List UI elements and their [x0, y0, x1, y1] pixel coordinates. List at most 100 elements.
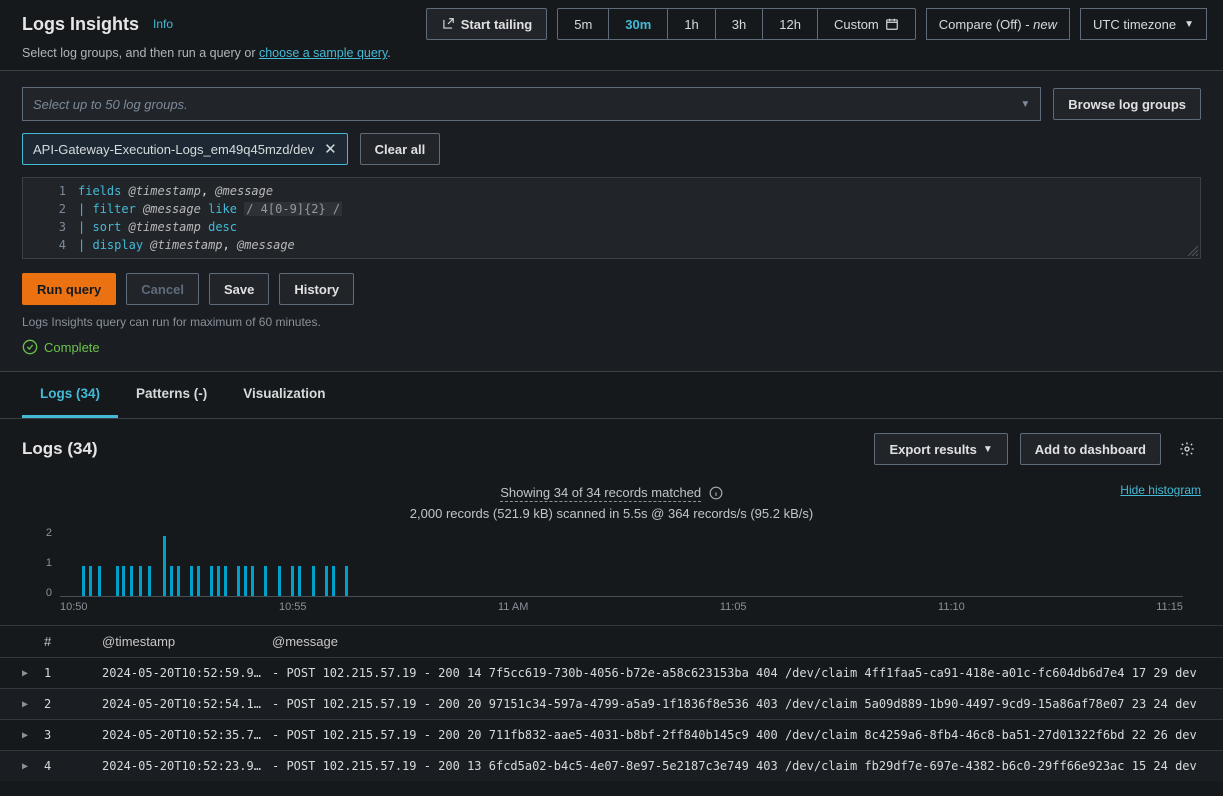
histogram-bar[interactable] — [312, 566, 315, 596]
chevron-down-icon: ▼ — [1020, 99, 1030, 110]
histogram-bar[interactable] — [332, 566, 335, 596]
histogram-bar[interactable] — [345, 566, 348, 596]
time-30m[interactable]: 30m — [609, 9, 668, 39]
time-range-segment: 5m 30m 1h 3h 12h Custom — [557, 8, 916, 40]
add-to-dashboard-button[interactable]: Add to dashboard — [1020, 433, 1161, 465]
histogram-bar[interactable] — [177, 566, 180, 596]
expand-caret-icon[interactable]: ▶ — [22, 761, 44, 772]
histogram-bar[interactable] — [116, 566, 119, 596]
hide-histogram-link[interactable]: Hide histogram — [1120, 483, 1201, 497]
expand-caret-icon[interactable]: ▶ — [22, 699, 44, 710]
info-link[interactable]: Info — [153, 17, 173, 31]
row-message: - POST 102.215.57.19 - 200 13 6fcd5a02-b… — [272, 759, 1201, 773]
gear-icon — [1179, 441, 1195, 457]
browse-label: Browse log groups — [1068, 97, 1186, 112]
records-matched: Showing 34 of 34 records matched — [500, 485, 701, 502]
chevron-down-icon: ▼ — [1184, 19, 1194, 30]
histogram-bar[interactable] — [148, 566, 151, 596]
histogram-bar[interactable] — [163, 536, 166, 596]
save-label: Save — [224, 282, 254, 297]
histogram-bar[interactable] — [98, 566, 101, 596]
histogram-bar[interactable] — [190, 566, 193, 596]
settings-button[interactable] — [1173, 435, 1201, 463]
tab-logs[interactable]: Logs (34) — [22, 372, 118, 418]
sample-query-link[interactable]: choose a sample query — [259, 46, 387, 60]
compare-new-label: new — [1033, 17, 1057, 32]
records-scanned: 2,000 records (521.9 kB) scanned in 5.5s… — [22, 506, 1201, 521]
start-tailing-button[interactable]: Start tailing — [426, 8, 548, 40]
histogram-bar[interactable] — [82, 566, 85, 596]
histogram-bar[interactable] — [170, 566, 173, 596]
histogram-bar[interactable] — [325, 566, 328, 596]
table-row[interactable]: ▶22024-05-20T10:52:54.1…- POST 102.215.5… — [0, 688, 1223, 719]
row-timestamp: 2024-05-20T10:52:54.1… — [102, 697, 272, 711]
histogram-bar[interactable] — [217, 566, 220, 596]
clear-all-label: Clear all — [375, 142, 426, 157]
cancel-button: Cancel — [126, 273, 199, 305]
code-line[interactable]: 2| filter @message like / 4[0-9]{2} / — [23, 200, 1200, 218]
timezone-label: UTC timezone — [1093, 17, 1176, 32]
histogram-chart: 210 10:5010:5511 AM11:0511:1011:15 — [0, 527, 1223, 615]
histogram-bar[interactable] — [210, 566, 213, 596]
expand-caret-icon[interactable]: ▶ — [22, 668, 44, 679]
time-3h[interactable]: 3h — [716, 9, 763, 39]
query-editor[interactable]: 1fields @timestamp, @message2| filter @m… — [22, 177, 1201, 259]
histogram-bar[interactable] — [237, 566, 240, 596]
histogram-bar[interactable] — [291, 566, 294, 596]
col-timestamp[interactable]: @timestamp — [102, 634, 272, 649]
time-12h[interactable]: 12h — [763, 9, 818, 39]
histogram-bar[interactable] — [130, 566, 133, 596]
info-icon[interactable] — [709, 486, 723, 500]
table-row[interactable]: ▶42024-05-20T10:52:23.9…- POST 102.215.5… — [0, 750, 1223, 781]
time-5m[interactable]: 5m — [558, 9, 609, 39]
run-query-button[interactable]: Run query — [22, 273, 116, 305]
table-row[interactable]: ▶12024-05-20T10:52:59.9…- POST 102.215.5… — [0, 657, 1223, 688]
export-results-button[interactable]: Export results ▼ — [874, 433, 1007, 465]
status-complete: Complete — [22, 339, 1201, 355]
compare-dropdown[interactable]: Compare (Off) - new — [926, 8, 1070, 40]
line-number: 1 — [23, 182, 78, 200]
subheader: Select log groups, and then run a query … — [0, 40, 1223, 70]
code-line[interactable]: 1fields @timestamp, @message — [23, 182, 1200, 200]
export-label: Export results — [889, 442, 976, 457]
histogram-bar[interactable] — [122, 566, 125, 596]
time-1h[interactable]: 1h — [668, 9, 715, 39]
histogram-bar[interactable] — [89, 566, 92, 596]
custom-label: Custom — [834, 17, 879, 32]
line-number: 3 — [23, 218, 78, 236]
clear-all-button[interactable]: Clear all — [360, 133, 441, 165]
history-button[interactable]: History — [279, 273, 354, 305]
close-icon[interactable]: ✕ — [324, 140, 337, 158]
histogram-bar[interactable] — [278, 566, 281, 596]
histogram-bar[interactable] — [264, 566, 267, 596]
browse-log-groups-button[interactable]: Browse log groups — [1053, 88, 1201, 120]
row-message: - POST 102.215.57.19 - 200 14 7f5cc619-7… — [272, 666, 1201, 680]
histogram-bar[interactable] — [197, 566, 200, 596]
table-row[interactable]: ▶32024-05-20T10:52:35.7…- POST 102.215.5… — [0, 719, 1223, 750]
histogram-bar[interactable] — [251, 566, 254, 596]
histogram-bar[interactable] — [298, 566, 301, 596]
tab-visualization[interactable]: Visualization — [225, 372, 343, 418]
histogram-bar[interactable] — [244, 566, 247, 596]
resize-handle-icon[interactable] — [1188, 246, 1198, 256]
subheader-text: Select log groups, and then run a query … — [22, 46, 259, 60]
row-timestamp: 2024-05-20T10:52:35.7… — [102, 728, 272, 742]
histogram-bar[interactable] — [139, 566, 142, 596]
code-line[interactable]: 3| sort @timestamp desc — [23, 218, 1200, 236]
timezone-dropdown[interactable]: UTC timezone ▼ — [1080, 8, 1207, 40]
log-group-chip[interactable]: API-Gateway-Execution-Logs_em49q45mzd/de… — [22, 133, 348, 165]
table-header: # @timestamp @message — [0, 625, 1223, 657]
save-button[interactable]: Save — [209, 273, 269, 305]
row-number: 1 — [44, 666, 102, 680]
history-label: History — [294, 282, 339, 297]
expand-caret-icon[interactable]: ▶ — [22, 730, 44, 741]
time-custom[interactable]: Custom — [818, 9, 915, 39]
code-line[interactable]: 4| display @timestamp, @message — [23, 236, 1200, 254]
col-message[interactable]: @message — [272, 634, 1201, 649]
row-timestamp: 2024-05-20T10:52:59.9… — [102, 666, 272, 680]
histogram-bar[interactable] — [224, 566, 227, 596]
col-number[interactable]: # — [44, 634, 102, 649]
tab-patterns[interactable]: Patterns (-) — [118, 372, 225, 418]
check-circle-icon — [22, 339, 38, 355]
log-group-select[interactable]: Select up to 50 log groups. ▼ — [22, 87, 1041, 121]
